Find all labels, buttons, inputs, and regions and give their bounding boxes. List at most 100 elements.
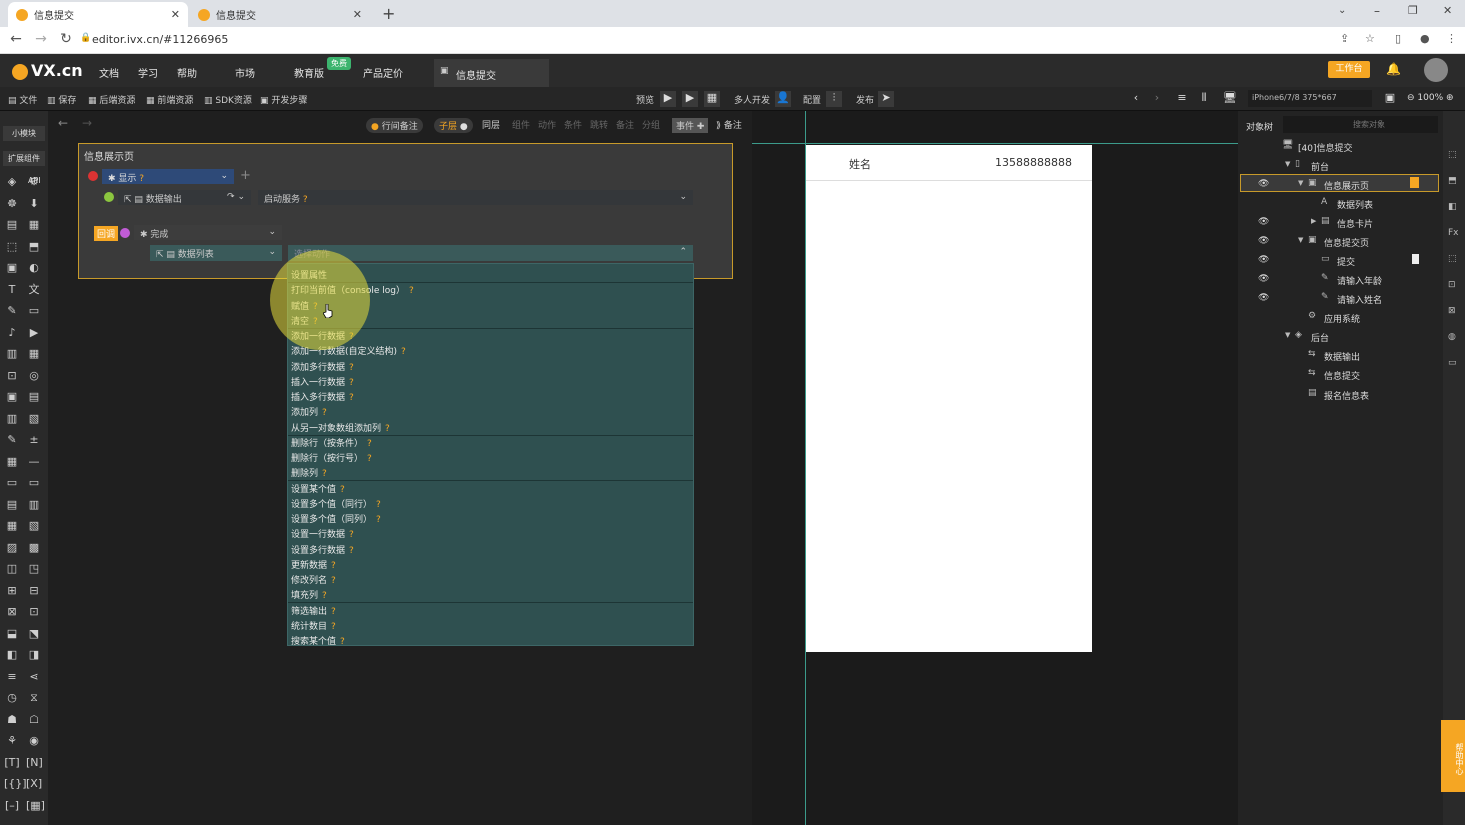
back-icon[interactable]: ← xyxy=(8,31,24,47)
component-icon[interactable]: ⬇ xyxy=(26,196,42,212)
dropdown-item-set-value[interactable]: 设置某个值? xyxy=(291,482,345,495)
tab-small-modules[interactable]: 小模块 xyxy=(3,126,45,141)
component-icon[interactable]: ☸ xyxy=(4,196,20,212)
component-icon[interactable]: ▭ xyxy=(26,475,42,491)
dropdown-item-rename-column[interactable]: 修改列名? xyxy=(291,573,336,586)
publish-button[interactable]: 发布 xyxy=(856,93,874,106)
dropdown-item-delete-row-by-index[interactable]: 删除行（按行号）? xyxy=(291,451,372,464)
help-icon[interactable]: ? xyxy=(349,363,354,373)
tree-node[interactable]: 信息提交页 xyxy=(1324,236,1369,249)
help-icon[interactable]: ? xyxy=(331,576,336,586)
component-icon[interactable]: ⊡ xyxy=(4,368,20,384)
help-icon[interactable]: ? xyxy=(331,622,336,632)
minimize-icon[interactable]: – xyxy=(1374,4,1380,18)
sliders-icon[interactable]: ⫶ xyxy=(826,91,842,107)
component-icon[interactable]: ◷ xyxy=(4,690,20,706)
help-icon[interactable]: ? xyxy=(322,408,327,418)
event-button[interactable]: 事件 ✚ xyxy=(672,118,709,133)
menu-education[interactable]: 教育版 xyxy=(294,65,324,80)
target-select[interactable]: ⇱ ▤ 数据输出 ↷ ⌄ xyxy=(118,190,251,205)
phone-preview[interactable]: 姓名 13588888888 xyxy=(806,145,1092,652)
workbench-button[interactable]: 工作台 xyxy=(1328,61,1370,78)
eye-icon[interactable]: 👁 xyxy=(1258,255,1269,265)
help-icon[interactable]: ? xyxy=(376,515,381,525)
tree-node[interactable]: 数据输出 xyxy=(1324,350,1360,363)
help-icon[interactable]: ? xyxy=(409,286,414,296)
line-comment-toggle[interactable]: ● 行间备注 xyxy=(366,118,423,133)
reload-icon[interactable]: ↻ xyxy=(58,31,74,47)
fit-icon[interactable]: ▣ xyxy=(1382,91,1398,107)
help-icon[interactable]: ? xyxy=(322,469,327,479)
eye-icon[interactable]: 👁 xyxy=(1258,293,1269,303)
tab-extensions[interactable]: 扩展组件 xyxy=(3,151,45,166)
restore-icon[interactable]: ❐ xyxy=(1408,4,1418,17)
close-icon[interactable]: ✕ xyxy=(353,8,362,21)
component-icon[interactable]: ▥ xyxy=(26,497,42,513)
component-icon[interactable]: ◧ xyxy=(4,647,20,663)
component-icon[interactable]: ◐ xyxy=(26,260,42,276)
same-layer-button[interactable]: 同层 xyxy=(482,118,500,131)
component-icon[interactable]: ▶ xyxy=(26,325,42,341)
play-icon[interactable]: ▶ xyxy=(660,91,676,107)
help-icon[interactable]: ? xyxy=(401,347,406,357)
tool-icon[interactable]: ⬒ xyxy=(1448,176,1457,186)
dropdown-item-search-value[interactable]: 搜索某个值? xyxy=(291,634,345,647)
tool-icon[interactable]: ⊠ xyxy=(1448,306,1456,316)
columns-icon[interactable]: ⫴ xyxy=(1196,91,1212,107)
tool-icon[interactable]: ◍ xyxy=(1448,332,1456,342)
component-icon[interactable]: ⚘ xyxy=(4,733,20,749)
save-button[interactable]: ▥ 保存 xyxy=(47,93,76,106)
menu-pricing[interactable]: 产品定价 xyxy=(363,65,403,80)
undo-icon[interactable]: ← xyxy=(58,116,68,130)
component-icon[interactable]: [▦] xyxy=(26,798,45,814)
star-icon[interactable]: ☆ xyxy=(1365,32,1375,45)
component-icon[interactable]: ▦ xyxy=(26,217,42,233)
menu-help[interactable]: 帮助 xyxy=(177,65,197,80)
browser-tab[interactable]: 信息提交 ✕ xyxy=(8,2,188,27)
component-icon[interactable]: ▨ xyxy=(4,540,20,556)
tool-icon[interactable]: Fx xyxy=(1448,228,1459,238)
component-icon[interactable]: ▥ xyxy=(4,346,20,362)
component-icon[interactable]: ◫ xyxy=(4,561,20,577)
tree-node[interactable]: 信息提交 xyxy=(1324,369,1360,382)
tree-node[interactable]: 信息卡片 xyxy=(1337,217,1373,230)
component-icon[interactable]: ⊠ xyxy=(4,604,20,620)
browser-tab[interactable]: 信息提交 ✕ xyxy=(190,2,370,27)
component-icon[interactable]: [N] xyxy=(26,755,43,771)
component-icon[interactable]: ☗ xyxy=(4,712,20,728)
dim-action-6[interactable]: 分组 xyxy=(642,118,660,131)
component-icon[interactable]: [X] xyxy=(26,776,42,792)
component-icon[interactable]: ▥ xyxy=(4,411,20,427)
tool-icon[interactable]: ⬚ xyxy=(1448,150,1457,160)
new-tab-icon[interactable]: + xyxy=(382,4,395,23)
help-icon[interactable]: ? xyxy=(331,607,336,617)
tree-node[interactable]: 报名信息表 xyxy=(1324,389,1369,402)
dropdown-item-set-values-column[interactable]: 设置多个值（同列）? xyxy=(291,512,381,525)
component-icon[interactable]: ▣ xyxy=(4,389,20,405)
component-icon[interactable]: ◨ xyxy=(26,647,42,663)
component-icon[interactable]: ▦ xyxy=(4,454,20,470)
redo-icon[interactable]: → xyxy=(82,116,92,130)
search-input[interactable] xyxy=(1283,116,1438,133)
expand-arrow-icon[interactable]: ▼ xyxy=(1285,160,1290,168)
component-icon[interactable]: [{}] xyxy=(4,776,27,792)
component-icon[interactable]: 文 xyxy=(26,282,42,298)
dropdown-item-delete-row-by-condition[interactable]: 删除行（按条件）? xyxy=(291,436,372,449)
component-icon[interactable]: ▤ xyxy=(4,217,20,233)
help-icon[interactable]: ? xyxy=(349,546,354,556)
component-icon[interactable]: [T] xyxy=(4,755,20,771)
event-select[interactable]: ✱ 显示 ? ⌄ xyxy=(102,169,234,184)
eye-icon[interactable]: 👁 xyxy=(1258,217,1269,227)
component-icon[interactable]: ⋖ xyxy=(26,669,42,685)
component-icon[interactable]: ⊟ xyxy=(26,583,42,599)
eye-icon[interactable]: 👁 xyxy=(1258,274,1269,284)
tree-node[interactable]: 后台 xyxy=(1311,331,1329,344)
preview-label[interactable]: 预览 xyxy=(636,93,654,106)
help-icon[interactable]: ? xyxy=(340,485,345,495)
component-icon[interactable]: ± xyxy=(26,432,42,448)
dropdown-item-add-column[interactable]: 添加列? xyxy=(291,405,327,418)
help-icon[interactable]: ? xyxy=(340,637,345,647)
sidebar-icon[interactable]: ▯ xyxy=(1395,32,1401,45)
component-icon[interactable]: ▭ xyxy=(26,303,42,319)
menu-learn[interactable]: 学习 xyxy=(138,65,158,80)
